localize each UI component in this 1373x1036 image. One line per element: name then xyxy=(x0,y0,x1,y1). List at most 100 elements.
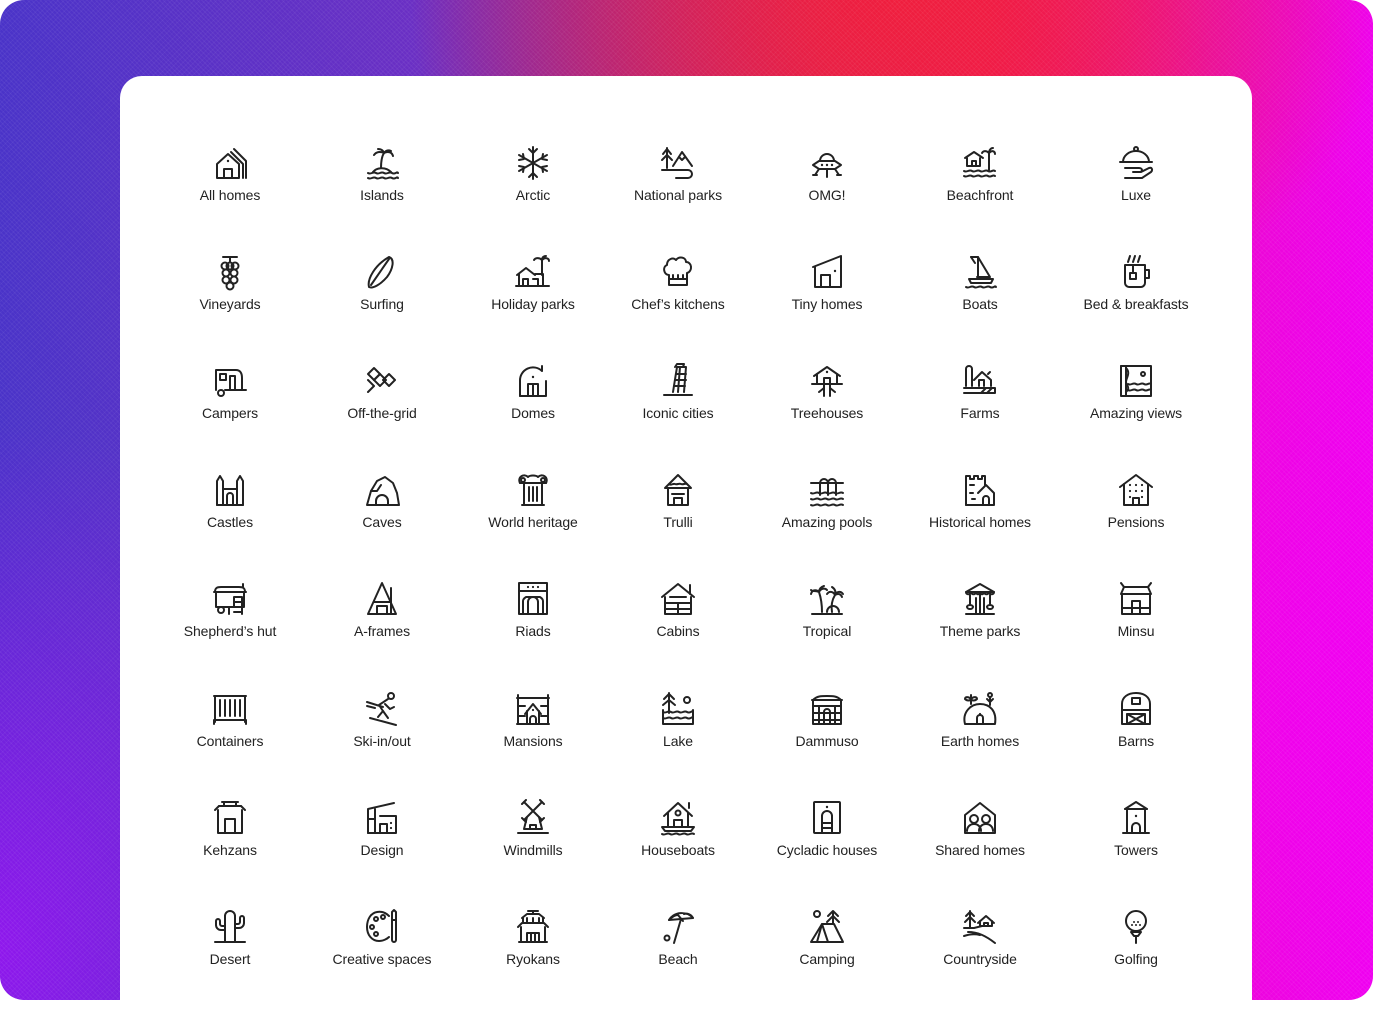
category-towers[interactable]: Towers xyxy=(1061,799,1211,889)
category-label: Cycladic houses xyxy=(776,842,878,858)
category-countryside[interactable]: Countryside xyxy=(905,908,1055,998)
a-frame-icon xyxy=(363,580,401,618)
category-windmills[interactable]: Windmills xyxy=(458,799,608,889)
category-houseboats[interactable]: Houseboats xyxy=(603,799,753,889)
category-label: A-frames xyxy=(354,623,410,639)
category-historical-homes[interactable]: Historical homes xyxy=(905,471,1055,561)
mountain-tree-icon xyxy=(659,144,697,182)
category-label: Kehzans xyxy=(203,842,257,858)
houseboat-icon xyxy=(659,799,697,837)
category-label: Tiny homes xyxy=(791,296,863,312)
category-desert[interactable]: Desert xyxy=(155,908,305,998)
category-mansions[interactable]: Mansions xyxy=(458,690,608,780)
riad-icon xyxy=(514,580,552,618)
category-off-the-grid[interactable]: Off-the-grid xyxy=(307,362,457,452)
category-islands[interactable]: Islands xyxy=(307,144,457,234)
category-national-parks[interactable]: National parks xyxy=(603,144,753,234)
category-dammuso[interactable]: Dammuso xyxy=(752,690,902,780)
category-label: Riads xyxy=(515,623,551,639)
beach-hut-icon xyxy=(961,144,999,182)
category-design[interactable]: Design xyxy=(307,799,457,889)
category-ski-in-out[interactable]: Ski-in/out xyxy=(307,690,457,780)
category-arctic[interactable]: Arctic xyxy=(458,144,608,234)
category-label: Off-the-grid xyxy=(347,405,417,421)
category-panel: All homes Islands Arctic National parks OMG!… xyxy=(120,76,1252,1036)
category-vineyards[interactable]: Vineyards xyxy=(155,253,305,343)
lake-icon xyxy=(659,690,697,728)
category-label: Treehouses xyxy=(790,405,864,421)
category-label: Lake xyxy=(663,733,693,749)
category-domes[interactable]: Domes xyxy=(458,362,608,452)
category-luxe[interactable]: Luxe xyxy=(1061,144,1211,234)
category-label: All homes xyxy=(199,187,261,203)
category-a-frames[interactable]: A-frames xyxy=(307,580,457,670)
grapes-icon xyxy=(211,253,249,291)
category-label: Chef’s kitchens xyxy=(631,296,725,312)
chef-hat-icon xyxy=(659,253,697,291)
category-farms[interactable]: Farms xyxy=(905,362,1055,452)
category-world-heritage[interactable]: World heritage xyxy=(458,471,608,561)
category-shepherd-s-hut[interactable]: Shepherd’s hut xyxy=(155,580,305,670)
ryokan-icon xyxy=(514,908,552,946)
category-boats[interactable]: Boats xyxy=(905,253,1055,343)
category-cycladic-houses[interactable]: Cycladic houses xyxy=(752,799,902,889)
category-surfing[interactable]: Surfing xyxy=(307,253,457,343)
category-lake[interactable]: Lake xyxy=(603,690,753,780)
windmill-icon xyxy=(514,799,552,837)
category-chef-s-kitchens[interactable]: Chef’s kitchens xyxy=(603,253,753,343)
view-frame-icon xyxy=(1117,362,1155,400)
category-pensions[interactable]: Pensions xyxy=(1061,471,1211,561)
leaning-tower-icon xyxy=(659,362,697,400)
category-label: Barns xyxy=(1117,733,1155,749)
category-camping[interactable]: Camping xyxy=(752,908,902,998)
category-amazing-pools[interactable]: Amazing pools xyxy=(752,471,902,561)
category-caves[interactable]: Caves xyxy=(307,471,457,561)
category-ryokans[interactable]: Ryokans xyxy=(458,908,608,998)
category-campers[interactable]: Campers xyxy=(155,362,305,452)
category-label: Farms xyxy=(960,405,1000,421)
category-label: Amazing views xyxy=(1089,405,1183,421)
tiny-home-icon xyxy=(808,253,846,291)
farm-icon xyxy=(961,362,999,400)
category-label: OMG! xyxy=(808,187,846,203)
category-minsu[interactable]: Minsu xyxy=(1061,580,1211,670)
category-riads[interactable]: Riads xyxy=(458,580,608,670)
dome-icon xyxy=(514,362,552,400)
category-iconic-cities[interactable]: Iconic cities xyxy=(603,362,753,452)
category-label: Containers xyxy=(196,733,264,749)
category-trulli[interactable]: Trulli xyxy=(603,471,753,561)
category-treehouses[interactable]: Treehouses xyxy=(752,362,902,452)
category-castles[interactable]: Castles xyxy=(155,471,305,561)
category-creative-spaces[interactable]: Creative spaces xyxy=(307,908,457,998)
category-label: Beach xyxy=(658,951,698,967)
tower-icon xyxy=(1117,799,1155,837)
category-holiday-parks[interactable]: Holiday parks xyxy=(458,253,608,343)
category-beach[interactable]: Beach xyxy=(603,908,753,998)
cactus-icon xyxy=(211,908,249,946)
surfboard-icon xyxy=(363,253,401,291)
category-all-homes[interactable]: All homes xyxy=(155,144,305,234)
category-label: Surfing xyxy=(360,296,404,312)
category-golfing[interactable]: Golfing xyxy=(1061,908,1211,998)
category-label: Vineyards xyxy=(199,296,261,312)
category-theme-parks[interactable]: Theme parks xyxy=(905,580,1055,670)
category-bed-breakfasts[interactable]: Bed & breakfasts xyxy=(1061,253,1211,343)
category-barns[interactable]: Barns xyxy=(1061,690,1211,780)
category-omg[interactable]: OMG! xyxy=(752,144,902,234)
category-containers[interactable]: Containers xyxy=(155,690,305,780)
treehouse-icon xyxy=(808,362,846,400)
barn-icon xyxy=(1117,690,1155,728)
category-amazing-views[interactable]: Amazing views xyxy=(1061,362,1211,452)
category-earth-homes[interactable]: Earth homes xyxy=(905,690,1055,780)
category-tropical[interactable]: Tropical xyxy=(752,580,902,670)
category-cabins[interactable]: Cabins xyxy=(603,580,753,670)
category-label: Holiday parks xyxy=(491,296,575,312)
category-kehzans[interactable]: Kehzans xyxy=(155,799,305,889)
category-tiny-homes[interactable]: Tiny homes xyxy=(752,253,902,343)
category-beachfront[interactable]: Beachfront xyxy=(905,144,1055,234)
category-label: Minsu xyxy=(1117,623,1155,639)
category-label: Historical homes xyxy=(929,514,1031,530)
category-label: Desert xyxy=(209,951,251,967)
category-shared-homes[interactable]: Shared homes xyxy=(905,799,1055,889)
category-label: Golfing xyxy=(1114,951,1158,967)
